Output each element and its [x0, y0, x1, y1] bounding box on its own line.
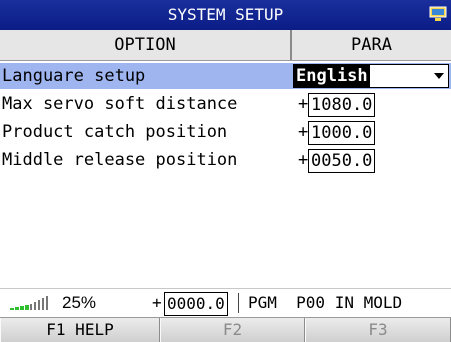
language-select[interactable]: English: [293, 64, 449, 88]
language-select-value: English: [294, 65, 370, 87]
row-label: Max servo soft distance: [2, 94, 238, 114]
sign-indicator: +: [298, 150, 309, 170]
f2-button[interactable]: F2: [160, 318, 305, 342]
f3-button[interactable]: F3: [305, 318, 451, 342]
f1-help-button[interactable]: F1 HELP: [0, 318, 160, 342]
status-sign: +: [152, 293, 162, 312]
sign-indicator: +: [298, 94, 309, 114]
para-column-header: PARA: [351, 35, 392, 55]
signal-strength-icon: [10, 296, 48, 310]
middle-release-position-field[interactable]: 0050.0: [308, 149, 376, 173]
status-divider: [238, 293, 239, 313]
title-bar: SYSTEM SETUP: [0, 0, 451, 30]
percent-readout: 25%: [62, 293, 97, 312]
status-bar: 25% + 0000.0 PGM P00 IN MOLD: [0, 288, 451, 317]
row-label: Languare setup: [2, 66, 146, 86]
middle-release-position-row[interactable]: Middle release position + 0050.0: [0, 147, 451, 173]
sign-indicator: +: [298, 122, 309, 142]
option-column-header: OPTION: [114, 35, 176, 55]
monitor-icon: [429, 6, 447, 21]
status-value-field: 0000.0: [164, 292, 228, 316]
product-catch-position-field[interactable]: 1000.0: [308, 121, 376, 145]
row-label: Product catch position: [2, 122, 228, 142]
table-header: OPTION PARA: [0, 30, 451, 61]
function-key-bar: F1 HELP F2 F3: [0, 317, 451, 342]
max-servo-soft-distance-field[interactable]: 1080.0: [308, 93, 376, 117]
product-catch-position-row[interactable]: Product catch position + 1000.0: [0, 119, 451, 145]
dropdown-arrow-icon[interactable]: [431, 65, 447, 87]
row-label: Middle release position: [2, 150, 238, 170]
max-servo-soft-distance-row[interactable]: Max servo soft distance + 1080.0: [0, 91, 451, 117]
program-status: PGM P00 IN MOLD: [248, 293, 403, 312]
language-setup-row[interactable]: Languare setup English: [0, 63, 451, 89]
window-title: SYSTEM SETUP: [167, 5, 284, 24]
